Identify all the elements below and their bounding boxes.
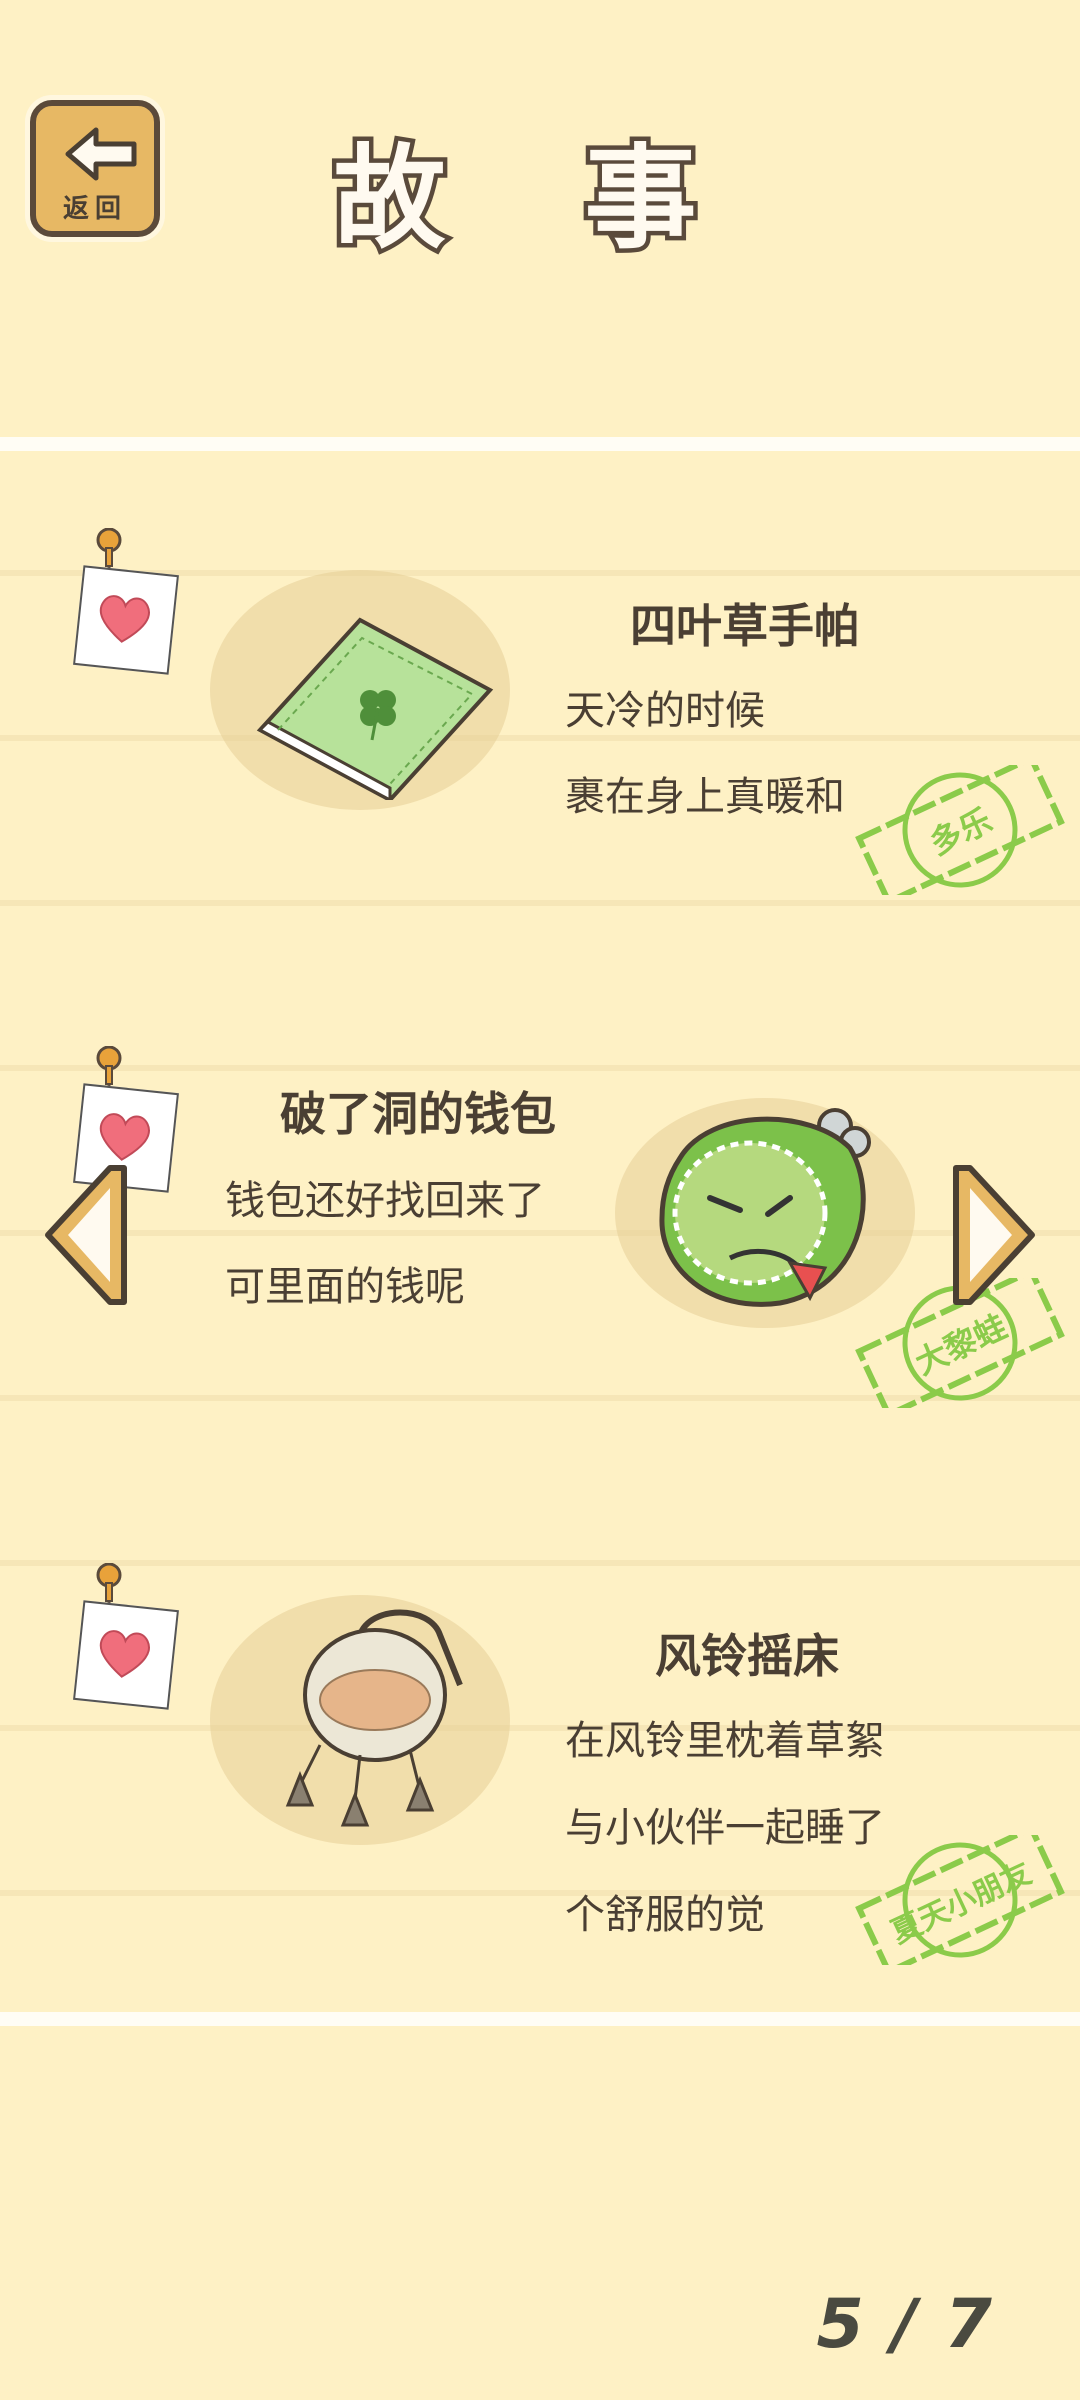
story-text-line: 天冷的时候 bbox=[565, 688, 765, 734]
wind-chime-cradle-illustration bbox=[285, 1609, 463, 1827]
sender-stamp: 多乐 bbox=[855, 754, 1065, 906]
divider-bottom bbox=[0, 2012, 1080, 2026]
story-text-line: 与小伙伴一起睡了 bbox=[565, 1805, 885, 1851]
frog-wallet-illustration bbox=[659, 1108, 871, 1307]
heart-icon bbox=[99, 595, 150, 643]
page-indicator: 5/7 bbox=[817, 2285, 1021, 2364]
story-list: 四叶草手帕 天冷的时候 裹在身上真暖和 多乐 破了洞的钱包 钱包还好找回来了 可… bbox=[0, 450, 1080, 2005]
story-card[interactable]: 风铃摇床 在风铃里枕着草絮 与小伙伴一起睡了 个舒服的觉 夏天小朋友 bbox=[0, 1545, 1080, 1976]
divider-top bbox=[0, 437, 1080, 451]
story-text-line: 裹在身上真暖和 bbox=[565, 774, 845, 820]
stamp-sender-name: 多乐 bbox=[923, 801, 998, 863]
story-card[interactable]: 四叶草手帕 天冷的时候 裹在身上真暖和 多乐 bbox=[0, 510, 1080, 940]
story-text-line: 钱包还好找回来了 bbox=[225, 1178, 545, 1224]
sender-stamp: 夏天小朋友 bbox=[855, 1824, 1065, 1976]
clover-handkerchief-illustration bbox=[256, 617, 494, 800]
next-page-arrow[interactable] bbox=[944, 1160, 1040, 1310]
story-title: 破了洞的钱包 bbox=[280, 1087, 556, 1141]
story-title: 四叶草手帕 bbox=[630, 599, 860, 653]
story-card[interactable]: 破了洞的钱包 钱包还好找回来了 可里面的钱呢 大黎蛙 bbox=[0, 1028, 1080, 1458]
page-title: 故 事 bbox=[329, 130, 747, 269]
current-page: 5 bbox=[816, 2285, 892, 2364]
total-pages: 7 bbox=[944, 2285, 1020, 2364]
page-separator: / bbox=[891, 2285, 945, 2364]
story-text-line: 在风铃里枕着草絮 bbox=[565, 1718, 885, 1764]
favorite-note[interactable] bbox=[73, 565, 179, 675]
heart-icon bbox=[99, 1630, 150, 1678]
previous-page-arrow[interactable] bbox=[40, 1160, 136, 1310]
story-text-line: 个舒服的觉 bbox=[565, 1892, 765, 1938]
favorite-note[interactable] bbox=[73, 1600, 179, 1710]
heart-icon bbox=[99, 1113, 150, 1161]
story-title: 风铃摇床 bbox=[655, 1629, 839, 1683]
story-text-line: 可里面的钱呢 bbox=[225, 1264, 465, 1310]
